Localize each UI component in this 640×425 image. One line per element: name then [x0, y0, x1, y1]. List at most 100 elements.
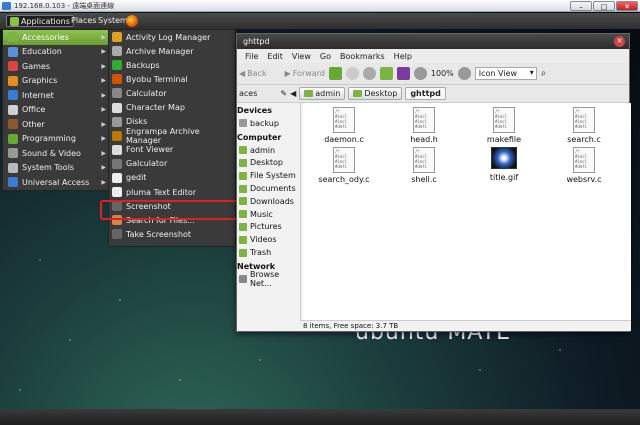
- sidebar-item-videos[interactable]: Videos: [237, 233, 300, 246]
- firefox-icon[interactable]: [126, 15, 138, 27]
- file-item[interactable]: /* #incl #incl #defi daemon.c: [309, 107, 379, 144]
- text-file-icon: /* #incl #incl #defi: [333, 147, 355, 173]
- admin-icon: [239, 146, 247, 155]
- menu-item-pluma-text-editor[interactable]: pluma Text Editor: [109, 185, 235, 199]
- submenu-arrow-icon: ▶: [101, 135, 106, 143]
- fm-close-button[interactable]: ✕: [614, 36, 625, 47]
- character-map-icon: [112, 102, 122, 113]
- menu-item-calculator[interactable]: Calculator: [109, 86, 235, 100]
- menu-category-label: Sound & Video: [22, 148, 81, 158]
- menu-category-system-tools[interactable]: System Tools ▶: [3, 161, 109, 176]
- galculator-icon: [112, 158, 122, 169]
- mint-logo-icon: [10, 16, 19, 26]
- file-name: daemon.c: [324, 135, 364, 144]
- menu-item-label: Activity Log Manager: [126, 32, 211, 42]
- menu-item-take-screenshot[interactable]: Take Screenshot: [109, 227, 235, 241]
- menu-category-label: Education: [22, 47, 62, 57]
- sidebar-item-backup[interactable]: backup: [237, 117, 300, 130]
- applications-menu[interactable]: Applications: [6, 15, 74, 27]
- menu-item-font-viewer[interactable]: Font Viewer: [109, 143, 235, 157]
- computer-icon[interactable]: [396, 67, 410, 80]
- file-item[interactable]: /* #incl #incl #defi search.c: [549, 107, 619, 144]
- fm-menu-go[interactable]: Go: [320, 52, 331, 61]
- menu-item-label: Archive Manager: [126, 46, 194, 56]
- up-icon[interactable]: [328, 67, 342, 80]
- crumb-ghttpd[interactable]: ghttpd: [405, 87, 446, 100]
- file-item[interactable]: /* #incl #incl #defi search_ody.c: [309, 147, 379, 184]
- menu-item-galculator[interactable]: Galculator: [109, 157, 235, 171]
- documents-icon: [239, 184, 247, 193]
- forward-button[interactable]: ▶ Forward: [285, 69, 325, 78]
- image-file-icon: [491, 147, 517, 169]
- sidebar-item-label: Music: [250, 209, 273, 219]
- menu-category-games[interactable]: Games ▶: [3, 59, 109, 74]
- sidebar-item-trash[interactable]: Trash: [237, 246, 300, 259]
- text-file-icon: /* #incl #incl #defi: [413, 107, 435, 133]
- menu-item-backups[interactable]: Backups: [109, 58, 235, 72]
- crumb-admin[interactable]: admin: [299, 87, 346, 100]
- zoom-out-icon[interactable]: [413, 67, 427, 80]
- submenu-arrow-icon: ▶: [101, 62, 106, 70]
- sidebar-item-file-system[interactable]: File System: [237, 169, 300, 182]
- path-left-arrow-icon[interactable]: ◀: [290, 89, 296, 98]
- office-icon: [8, 104, 18, 115]
- menu-item-archive-manager[interactable]: Archive Manager: [109, 44, 235, 58]
- file-item[interactable]: /* #incl #incl #defi websrv.c: [549, 147, 619, 184]
- menu-item-character-map[interactable]: Character Map: [109, 100, 235, 114]
- file-system-icon: [239, 171, 247, 180]
- menu-item-byobu-terminal[interactable]: Byobu Terminal: [109, 72, 235, 86]
- sidebar-item-documents[interactable]: Documents: [237, 182, 300, 195]
- minimize-button[interactable]: –: [570, 1, 592, 11]
- menu-category-universal-access[interactable]: Universal Access ▶: [3, 175, 109, 190]
- videos-icon: [239, 235, 247, 244]
- fm-menu-view[interactable]: View: [292, 52, 311, 61]
- menu-item-gedit[interactable]: gedit: [109, 171, 235, 185]
- engrampa-archive-manager-icon: [112, 130, 122, 141]
- maximize-button[interactable]: □: [593, 1, 615, 11]
- fm-menu-edit[interactable]: Edit: [267, 52, 283, 61]
- menu-item-engrampa-archive-manager[interactable]: Engrampa Archive Manager: [109, 127, 235, 145]
- menu-category-other[interactable]: Other ▶: [3, 117, 109, 132]
- menu-item-activity-log-manager[interactable]: Activity Log Manager: [109, 30, 235, 44]
- menu-category-sound-video[interactable]: Sound & Video ▶: [3, 146, 109, 161]
- menu-item-label: gedit: [126, 173, 147, 183]
- sidebar-item-browse-net[interactable]: Browse Net...: [237, 270, 300, 288]
- games-icon: [8, 61, 18, 72]
- edit-path-icon[interactable]: ✎: [280, 89, 287, 98]
- search-icon[interactable]: ⌕: [541, 68, 547, 79]
- crumb-desktop[interactable]: Desktop: [348, 87, 403, 100]
- fm-menu-help[interactable]: Help: [394, 52, 412, 61]
- file-manager-window: ghttpd ✕ File Edit View Go Bookmarks Help ◀ Ba…: [236, 33, 631, 332]
- view-mode-select[interactable]: Icon View: [474, 67, 537, 80]
- sidebar-item-admin[interactable]: admin: [237, 144, 300, 157]
- stop-icon[interactable]: [345, 67, 359, 80]
- file-item[interactable]: title.gif: [469, 147, 539, 182]
- sidebar-item-label: backup: [250, 118, 279, 128]
- menu-category-education[interactable]: Education ▶: [3, 45, 109, 60]
- sidebar-item-desktop[interactable]: Desktop: [237, 157, 300, 170]
- close-button[interactable]: ✕: [616, 1, 638, 11]
- file-item[interactable]: /* #incl #incl #defi head.h: [389, 107, 459, 144]
- file-item[interactable]: /* #incl #incl #defi shell.c: [389, 147, 459, 184]
- menu-category-accessories[interactable]: Accessories ▶: [3, 30, 109, 45]
- internet-icon: [8, 90, 18, 101]
- fm-menu-file[interactable]: File: [245, 52, 258, 61]
- home-icon[interactable]: [379, 67, 393, 80]
- zoom-in-icon[interactable]: [457, 67, 471, 80]
- sidebar-item-pictures[interactable]: Pictures: [237, 221, 300, 234]
- sidebar-item-label: Pictures: [250, 222, 282, 232]
- back-button[interactable]: ◀ Back: [239, 69, 267, 78]
- menu-category-programming[interactable]: Programming ▶: [3, 132, 109, 147]
- sidebar-item-downloads[interactable]: Downloads: [237, 195, 300, 208]
- submenu-arrow-icon: ▶: [101, 106, 106, 114]
- sidebar-item-music[interactable]: Music: [237, 208, 300, 221]
- disks-icon: [112, 116, 122, 127]
- reload-icon[interactable]: [362, 67, 376, 80]
- sidebar-item-label: Desktop: [250, 158, 283, 168]
- menu-category-office[interactable]: Office ▶: [3, 103, 109, 118]
- menu-category-internet[interactable]: Internet ▶: [3, 88, 109, 103]
- menu-category-graphics[interactable]: Graphics ▶: [3, 74, 109, 89]
- menu-category-label: Internet: [22, 90, 54, 100]
- fm-menu-bookmarks[interactable]: Bookmarks: [340, 52, 385, 61]
- file-item[interactable]: /* #incl #incl #defi makefile: [469, 107, 539, 144]
